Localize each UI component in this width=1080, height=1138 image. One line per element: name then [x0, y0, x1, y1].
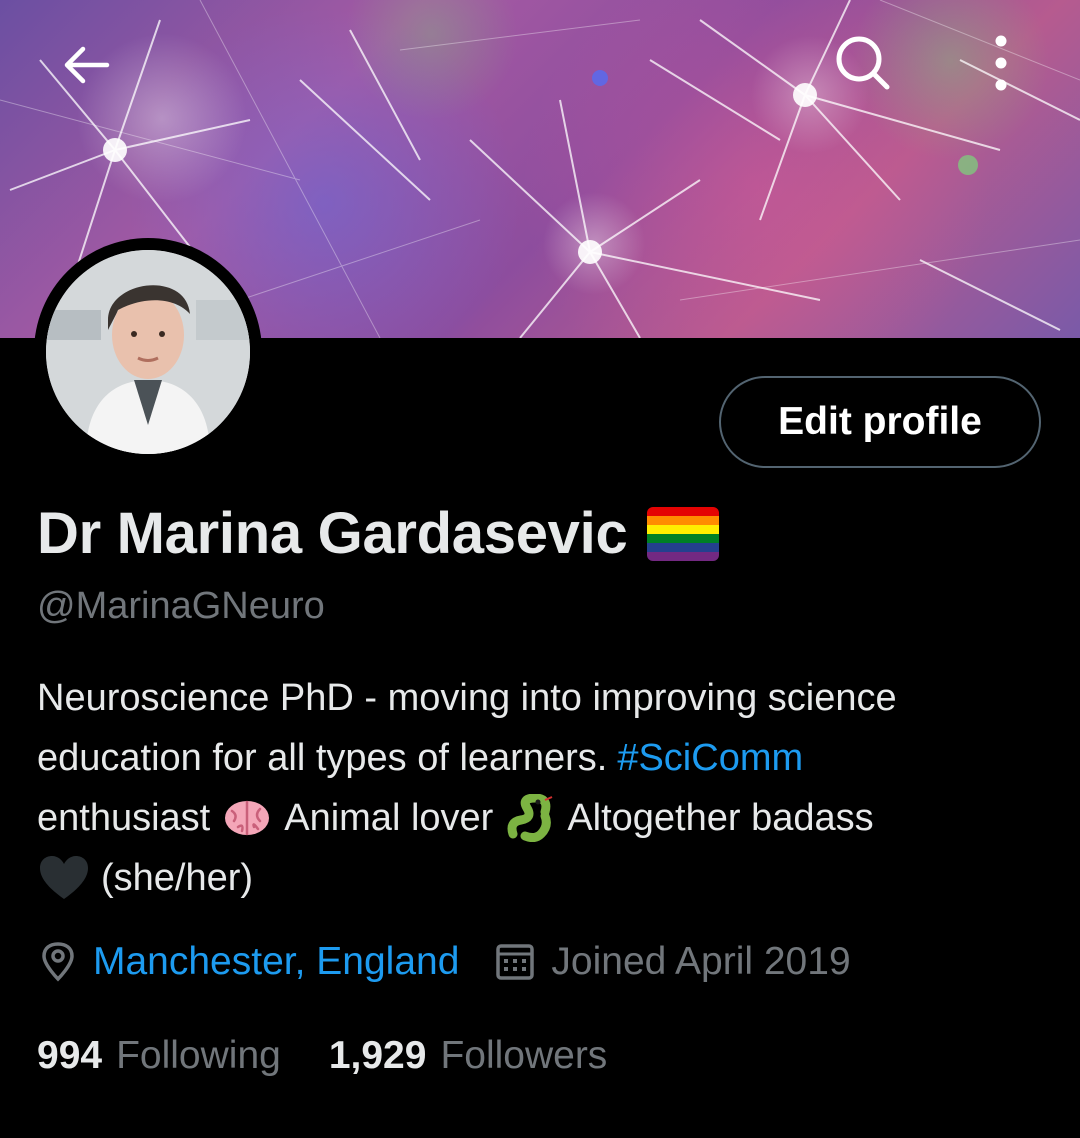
- bio-text: Animal lover: [284, 797, 494, 839]
- search-icon: [836, 36, 890, 90]
- calendar-icon: [496, 944, 535, 980]
- bio-line-3: enthusiast Animal lover Altogether badas…: [37, 788, 1052, 848]
- location-pin-icon: [42, 942, 74, 982]
- bio-text: Altogether badass: [567, 797, 874, 839]
- location-link[interactable]: Manchester, England: [93, 940, 459, 984]
- avatar-photo: [46, 250, 250, 454]
- joined-date: Joined April 2019: [551, 940, 851, 983]
- bio-text: (she/her): [101, 857, 254, 899]
- follow-stats: 994 Following 1,929 Followers: [37, 1034, 607, 1078]
- profile-handle: @MarinaGNeuro: [37, 585, 325, 627]
- more-options-button[interactable]: [966, 28, 1036, 98]
- followers-count: 1,929: [328, 1034, 427, 1077]
- following-count: 994: [37, 1034, 103, 1077]
- bio-line-1: Neuroscience PhD - moving into improving…: [37, 668, 1052, 728]
- bio-text: Neuroscience PhD - moving into improving…: [37, 677, 897, 719]
- bio-line-2: education for all types of learners. #Sc…: [37, 728, 1052, 788]
- search-button[interactable]: [828, 28, 898, 98]
- profile-meta: Manchester, England Joined April 2019: [37, 940, 851, 984]
- rainbow-flag-icon: [647, 506, 720, 561]
- following-link[interactable]: 994 Following: [37, 1034, 281, 1078]
- bio-text: education for all types of learners.: [37, 737, 608, 779]
- bio-text: enthusiast: [37, 797, 211, 839]
- brain-icon: [220, 794, 274, 842]
- bio-line-4: (she/her): [37, 848, 1052, 908]
- profile-bio: Neuroscience PhD - moving into improving…: [37, 668, 1052, 908]
- back-button[interactable]: [50, 30, 120, 100]
- snake-icon: [503, 794, 557, 842]
- arrow-left-icon: [64, 46, 110, 84]
- hashtag-link[interactable]: #SciComm: [617, 728, 803, 788]
- avatar[interactable]: [34, 238, 262, 466]
- following-label: Following: [116, 1034, 281, 1077]
- profile-name: Dr Marina Gardasevic: [37, 501, 628, 566]
- person-photo-icon: [46, 250, 250, 454]
- black-heart-icon: [37, 854, 91, 902]
- followers-link[interactable]: 1,929 Followers: [329, 1034, 607, 1078]
- more-vertical-icon: [995, 35, 1007, 91]
- profile-name-row: Dr Marina Gardasevic: [37, 500, 720, 567]
- edit-profile-button[interactable]: Edit profile: [719, 376, 1041, 468]
- followers-label: Followers: [440, 1034, 608, 1077]
